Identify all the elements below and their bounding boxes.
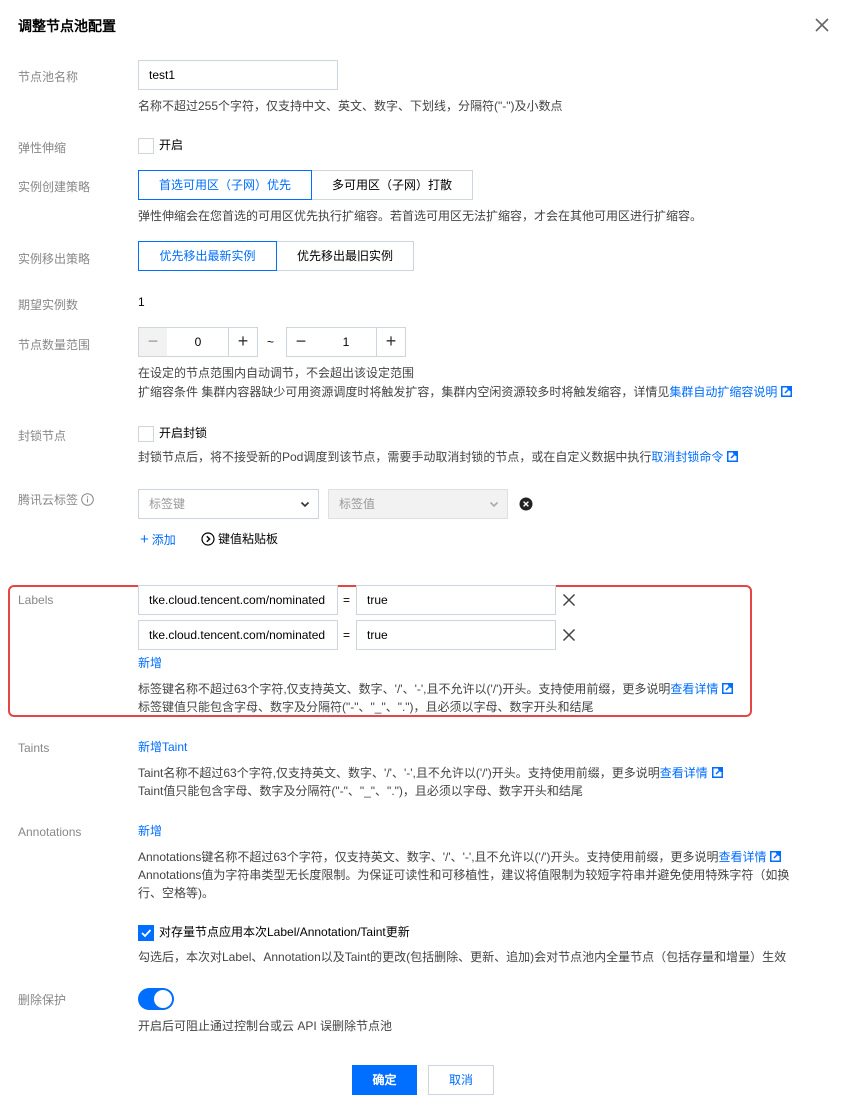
add-tag-label: 添加 xyxy=(151,533,176,547)
min-increment-button[interactable]: + xyxy=(228,327,258,357)
remove-policy-option-newest[interactable]: 优先移出最新实例 xyxy=(138,241,277,271)
remove-policy-option-oldest[interactable]: 优先移出最旧实例 xyxy=(276,241,414,271)
annotations-doc-link[interactable]: 查看详情 xyxy=(718,850,766,864)
external-link-icon[interactable] xyxy=(711,767,723,778)
label-key-input[interactable]: tke.cloud.tencent.com/nominated xyxy=(138,620,338,650)
delete-protection-label: 删除保护 xyxy=(18,993,67,1007)
max-increment-button[interactable]: + xyxy=(376,327,406,357)
taints-label: Taints xyxy=(18,741,50,755)
range-hint: 在设定的节点范围内自动调节，不会超出该设定范围 xyxy=(138,366,415,380)
label-key-input[interactable]: tke.cloud.tencent.com/nominated xyxy=(138,585,338,615)
create-policy-option-preferred[interactable]: 首选可用区（子网）优先 xyxy=(138,170,312,200)
range-hint-autoscale: 扩缩容条件 集群内容器缺少可用资源调度时将触发扩容，集群内空闲资源较多时将触发缩… xyxy=(138,383,793,402)
desired-label: 期望实例数 xyxy=(18,298,79,312)
pool-name-input[interactable]: test1 xyxy=(138,60,338,90)
external-link-icon[interactable] xyxy=(770,851,782,862)
min-decrement-button[interactable]: − xyxy=(138,327,168,357)
cloud-tags-label: 腾讯云标签 xyxy=(18,491,95,508)
labels-label: Labels xyxy=(18,593,54,607)
close-icon[interactable] xyxy=(812,15,832,35)
labels-hint-text: 标签键名称不超过63个字符,仅支持英文、数字、'/'、'-',且不允许以('/'… xyxy=(138,682,671,696)
range-separator: ~ xyxy=(267,335,275,349)
create-policy-hint: 弹性伸缩会在您首选的可用区优先执行扩缩容。若首选可用区无法扩缩容，才会在其他可用… xyxy=(138,209,703,223)
add-taint-button[interactable]: 新增Taint xyxy=(138,738,187,757)
min-value[interactable]: 0 xyxy=(167,327,229,357)
external-link-icon[interactable] xyxy=(727,451,739,462)
add-annotation-button[interactable]: 新增 xyxy=(138,822,162,841)
annotations-hint: Annotations键名称不超过63个字符，仅支持英文、数字、'/'、'-',… xyxy=(138,848,782,867)
annotations-hint-value-cont: 行、空格等)。 xyxy=(138,886,214,900)
annotations-label: Annotations xyxy=(18,825,82,839)
autoscale-checkbox[interactable] xyxy=(138,138,154,154)
labels-hint: 标签键名称不超过63个字符,仅支持英文、数字、'/'、'-',且不允许以('/'… xyxy=(138,680,734,699)
tag-value-select[interactable]: 标签值 xyxy=(328,489,508,519)
cordon-hint-text: 封锁节点后，将不接受新的Pod调度到该节点，需要手动取消封锁的节点，或在自定义数… xyxy=(138,450,652,464)
chevron-right-circle-icon xyxy=(201,532,215,546)
remove-policy-label: 实例移出策略 xyxy=(18,252,91,266)
label-equals: = xyxy=(343,593,351,607)
autoscale-doc-link[interactable]: 集群自动扩缩容说明 xyxy=(669,385,777,399)
uncordon-command-link[interactable]: 取消封锁命令 xyxy=(651,450,723,464)
remove-label-icon[interactable] xyxy=(562,628,576,645)
apply-existing-label: 对存量节点应用本次Label/Annotation/Taint更新 xyxy=(159,925,410,939)
info-icon[interactable] xyxy=(81,493,95,506)
tag-value-placeholder: 标签值 xyxy=(339,497,376,511)
cordon-label: 封锁节点 xyxy=(18,429,67,443)
delete-protection-toggle[interactable] xyxy=(138,988,174,1010)
annotations-hint-text: Annotations键名称不超过63个字符，仅支持英文、数字、'/'、'-',… xyxy=(138,850,719,864)
cordon-checkbox-label: 开启封锁 xyxy=(159,426,208,440)
cordon-hint: 封锁节点后，将不接受新的Pod调度到该节点，需要手动取消封锁的节点，或在自定义数… xyxy=(138,448,739,467)
cordon-checkbox[interactable] xyxy=(138,426,154,442)
cloud-tags-label-text: 腾讯云标签 xyxy=(18,493,79,507)
max-value[interactable]: 1 xyxy=(315,327,377,357)
add-tag-button[interactable]: + 添加 xyxy=(140,530,176,550)
max-decrement-button[interactable]: − xyxy=(286,327,316,357)
desired-value: 1 xyxy=(138,295,145,309)
paste-board-label: 键值粘贴板 xyxy=(218,532,279,546)
chevron-down-icon xyxy=(489,501,499,508)
autoscale-checkbox-label: 开启 xyxy=(159,138,184,152)
tag-key-placeholder: 标签键 xyxy=(149,497,186,511)
range-hint-text: 扩缩容条件 集群内容器缺少可用资源调度时将触发扩容，集群内空闲资源较多时将触发缩… xyxy=(138,385,670,399)
taints-hint: Taint名称不超过63个字符,仅支持英文、数字、'/'、'-',且不允许以('… xyxy=(138,764,723,783)
add-label-button[interactable]: 新增 xyxy=(138,654,162,673)
check-icon xyxy=(141,929,152,938)
labels-hint-value: 标签键值只能包含字母、数字及分隔符("-"、"_"、".")，且必须以字母、数字… xyxy=(138,700,594,714)
paste-board-button[interactable]: 键值粘贴板 xyxy=(201,530,278,549)
range-label: 节点数量范围 xyxy=(18,338,91,352)
apply-existing-checkbox[interactable] xyxy=(138,925,154,941)
apply-existing-hint: 勾选后，本次对Label、Annotation以及Taint的更改(包括删除、更… xyxy=(138,950,787,964)
remove-label-icon[interactable] xyxy=(562,593,576,610)
cancel-button[interactable]: 取消 xyxy=(428,1065,494,1095)
external-link-icon[interactable] xyxy=(781,386,793,397)
autoscale-label: 弹性伸缩 xyxy=(18,141,67,155)
label-value-input[interactable]: true xyxy=(356,620,556,650)
create-policy-label: 实例创建策略 xyxy=(18,180,91,194)
plus-icon: + xyxy=(140,531,149,548)
labels-doc-link[interactable]: 查看详情 xyxy=(670,682,718,696)
taints-hint-value: Taint值只能包含字母、数字及分隔符("-"、"_"、".")，且必须以字母、… xyxy=(138,784,583,798)
tag-key-select[interactable]: 标签键 xyxy=(138,489,319,519)
remove-tag-icon[interactable] xyxy=(519,497,533,514)
pool-name-hint: 名称不超过255个字符，仅支持中文、英文、数字、下划线，分隔符("-")及小数点 xyxy=(138,99,563,113)
pool-name-label: 节点池名称 xyxy=(18,70,79,84)
confirm-button[interactable]: 确定 xyxy=(352,1065,417,1095)
external-link-icon[interactable] xyxy=(722,683,734,694)
label-value-input[interactable]: true xyxy=(356,585,556,615)
create-policy-option-spread[interactable]: 多可用区（子网）打散 xyxy=(311,170,473,200)
dialog-title: 调整节点池配置 xyxy=(18,18,116,34)
chevron-down-icon xyxy=(300,501,310,508)
delete-protection-hint: 开启后可阻止通过控制台或云 API 误删除节点池 xyxy=(138,1019,393,1033)
taints-doc-link[interactable]: 查看详情 xyxy=(660,766,708,780)
annotations-hint-value: Annotations值为字符串类型无长度限制。为保证可读性和可移植性，建议将值… xyxy=(138,868,790,882)
label-equals: = xyxy=(343,628,351,642)
toggle-knob xyxy=(154,990,172,1008)
taints-hint-text: Taint名称不超过63个字符,仅支持英文、数字、'/'、'-',且不允许以('… xyxy=(138,766,660,780)
